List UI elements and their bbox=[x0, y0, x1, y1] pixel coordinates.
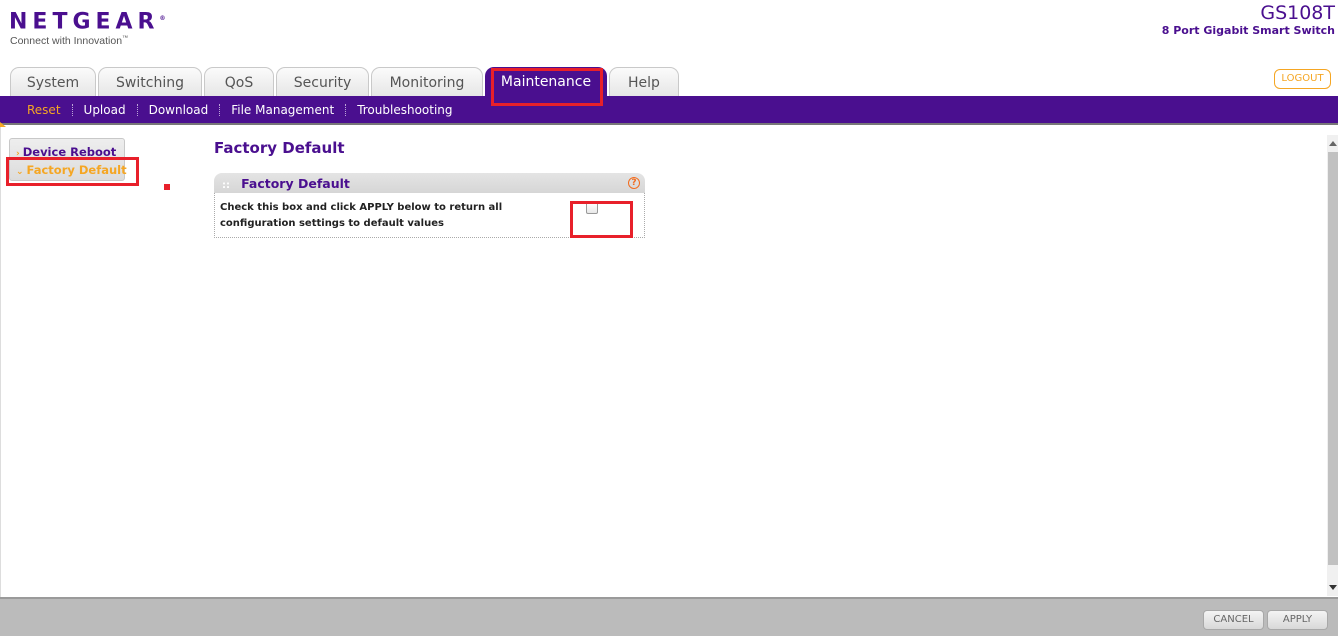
grip-icon: :: bbox=[222, 180, 230, 191]
chevron-down-icon: ⌄ bbox=[16, 167, 24, 177]
help-icon[interactable]: ? bbox=[628, 177, 640, 189]
brand-text: NETGEAR bbox=[9, 9, 160, 35]
tab-maintenance[interactable]: Maintenance bbox=[485, 67, 607, 96]
apply-button[interactable]: APPLY bbox=[1267, 610, 1328, 630]
subnav-reset[interactable]: Reset bbox=[27, 103, 61, 117]
main-tabs: System Switching QoS Security Monitoring… bbox=[10, 67, 681, 96]
leftmenu-device-reboot[interactable]: › Device Reboot bbox=[16, 144, 124, 162]
tab-switching[interactable]: Switching bbox=[98, 67, 202, 96]
left-menu: › Device Reboot ⌄ Factory Default bbox=[9, 138, 127, 181]
chevron-right-icon: › bbox=[16, 149, 20, 159]
footer-bar: CANCEL APPLY bbox=[0, 597, 1338, 636]
product-description: 8 Port Gigabit Smart Switch bbox=[1161, 24, 1335, 37]
page-root: NETGEAR® Connect with Innovation™ GS108T… bbox=[0, 0, 1338, 636]
panel-body: Check this box and click APPLY below to … bbox=[214, 193, 645, 238]
factory-default-checkbox[interactable] bbox=[586, 202, 598, 214]
tab-help[interactable]: Help bbox=[609, 67, 679, 96]
netgear-logo: NETGEAR® Connect with Innovation™ bbox=[9, 7, 166, 48]
leftmenu-label: Device Reboot bbox=[22, 145, 117, 159]
subnav-troubleshooting[interactable]: Troubleshooting bbox=[357, 103, 452, 117]
content-frame bbox=[0, 127, 1338, 598]
product-info: GS108T 8 Port Gigabit Smart Switch bbox=[1162, 2, 1335, 38]
trademark-mark: ™ bbox=[122, 35, 129, 42]
brand-tagline: Connect with Innovation™ bbox=[9, 35, 166, 47]
tab-security[interactable]: Security bbox=[276, 67, 369, 96]
subnav-divider bbox=[136, 103, 138, 116]
scroll-down-arrow-icon[interactable] bbox=[1329, 585, 1337, 590]
tab-qos[interactable]: QoS bbox=[204, 67, 274, 96]
leftmenu-label: Factory Default bbox=[26, 163, 127, 177]
subnav-upload[interactable]: Upload bbox=[84, 103, 126, 117]
subnav-divider bbox=[71, 103, 73, 116]
highlight-marker bbox=[164, 184, 170, 190]
subnav-file-management[interactable]: File Management bbox=[231, 103, 334, 117]
brand-name: NETGEAR® bbox=[9, 7, 166, 34]
scrollbar-thumb[interactable] bbox=[1328, 152, 1338, 565]
panel-title: Factory Default bbox=[241, 176, 350, 191]
panel-header: :: Factory Default ? bbox=[214, 173, 645, 193]
page-title: Factory Default bbox=[214, 139, 345, 157]
tab-system[interactable]: System bbox=[10, 67, 96, 96]
vertical-scrollbar[interactable] bbox=[1327, 135, 1338, 596]
factory-default-panel: :: Factory Default ? Check this box and … bbox=[214, 173, 645, 238]
subnav-divider bbox=[219, 103, 221, 116]
tab-monitoring[interactable]: Monitoring bbox=[371, 67, 483, 96]
registered-mark: ® bbox=[159, 15, 166, 22]
cancel-button[interactable]: CANCEL bbox=[1203, 610, 1264, 630]
leftmenu-factory-default[interactable]: ⌄ Factory Default bbox=[16, 162, 127, 180]
subnav-download[interactable]: Download bbox=[149, 103, 209, 117]
subnav-divider bbox=[345, 103, 347, 116]
sub-navigation: Reset Upload Download File Management Tr… bbox=[0, 96, 1338, 132]
tagline-text: Connect with Innovation bbox=[10, 35, 123, 48]
product-model: GS108T bbox=[1260, 2, 1335, 24]
scroll-up-arrow-icon[interactable] bbox=[1329, 141, 1337, 146]
logout-button[interactable]: LOGOUT bbox=[1274, 69, 1331, 89]
factory-default-description: Check this box and click APPLY below to … bbox=[220, 202, 503, 229]
